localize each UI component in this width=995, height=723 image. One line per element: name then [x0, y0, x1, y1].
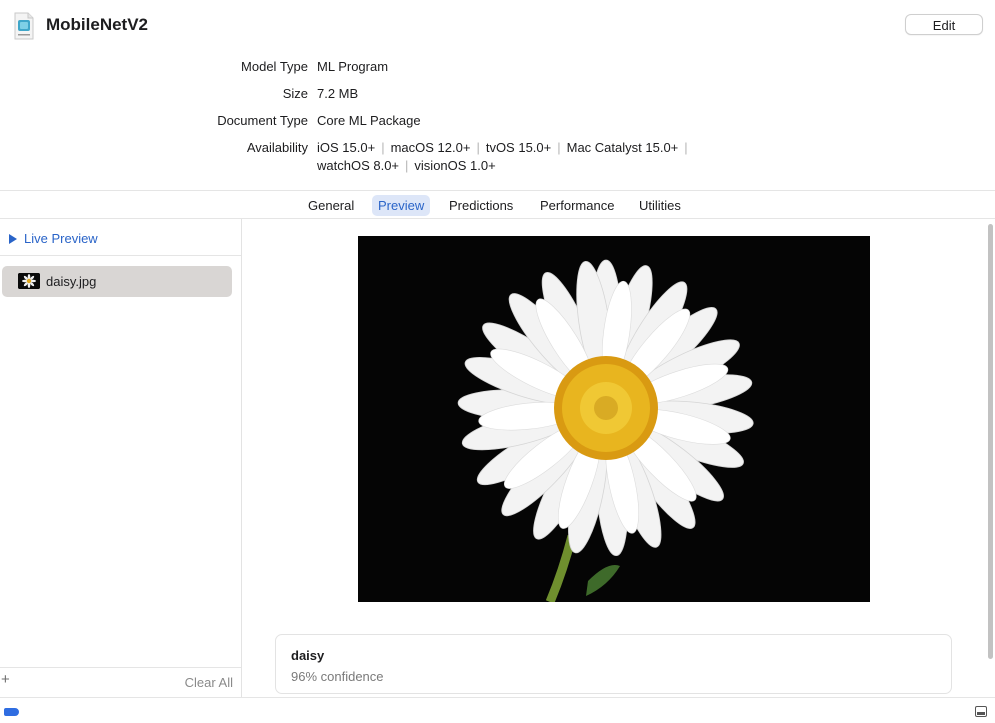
tab-general[interactable]: General [302, 195, 360, 216]
sidebar-divider [0, 255, 241, 256]
tag-icon[interactable] [4, 708, 19, 716]
model-type-label: Model Type [241, 59, 308, 74]
live-preview-button[interactable]: Live Preview [9, 231, 98, 246]
prediction-result-card: daisy 96% confidence [275, 634, 952, 694]
model-title: MobileNetV2 [46, 15, 149, 34]
live-preview-label: Live Preview [24, 231, 98, 246]
availability-tvos: tvOS 15.0+ [485, 140, 552, 155]
file-list-item[interactable]: daisy.jpg [2, 266, 232, 297]
edit-button[interactable]: Edit [905, 14, 983, 35]
vertical-scrollbar[interactable] [988, 224, 993, 659]
add-file-button[interactable]: + [1, 672, 10, 688]
preview-sidebar: Live Preview daisy.jpg + Clear All [0, 219, 242, 697]
document-type-label: Document Type [217, 113, 308, 128]
tab-predictions[interactable]: Predictions [443, 195, 519, 216]
tab-utilities[interactable]: Utilities [633, 195, 687, 216]
availability-label: Availability [246, 140, 308, 155]
tab-preview[interactable]: Preview [372, 195, 431, 216]
ml-model-icon [13, 12, 35, 40]
status-bar [0, 697, 995, 723]
tab-bar: General Preview Predictions Performance … [0, 190, 995, 219]
availability-list-row1: iOS 15.0+ | macOS 12.0+ | tvOS 15.0+ | Mac Cat… [317, 140, 688, 155]
availability-visionos: visionOS 1.0+ [414, 158, 496, 173]
sidebar-footer-divider [0, 667, 241, 668]
image-thumbnail [18, 273, 40, 289]
preview-pane: daisy 96% confidence [243, 219, 995, 697]
availability-list-row2: watchOS 8.0+ | visionOS 1.0+ [317, 158, 496, 173]
preview-image [358, 236, 870, 602]
availability-macos: macOS 12.0+ [390, 140, 471, 155]
tab-performance[interactable]: Performance [534, 195, 620, 216]
file-name: daisy.jpg [46, 274, 97, 289]
model-type-value: ML Program [317, 59, 389, 74]
bottom-panel-toggle-icon[interactable] [975, 706, 987, 717]
availability-watchos: watchOS 8.0+ [317, 158, 400, 173]
clear-all-button[interactable]: Clear All [185, 675, 233, 690]
availability-mac-catalyst: Mac Catalyst 15.0+ [566, 140, 679, 155]
availability-ios: iOS 15.0+ [317, 140, 376, 155]
prediction-confidence: 96% confidence [291, 669, 384, 684]
document-type-value: Core ML Package [317, 113, 421, 128]
prediction-label: daisy [291, 648, 325, 663]
play-icon [9, 234, 17, 244]
size-label: Size [282, 86, 308, 101]
size-value: 7.2 MB [317, 86, 359, 101]
